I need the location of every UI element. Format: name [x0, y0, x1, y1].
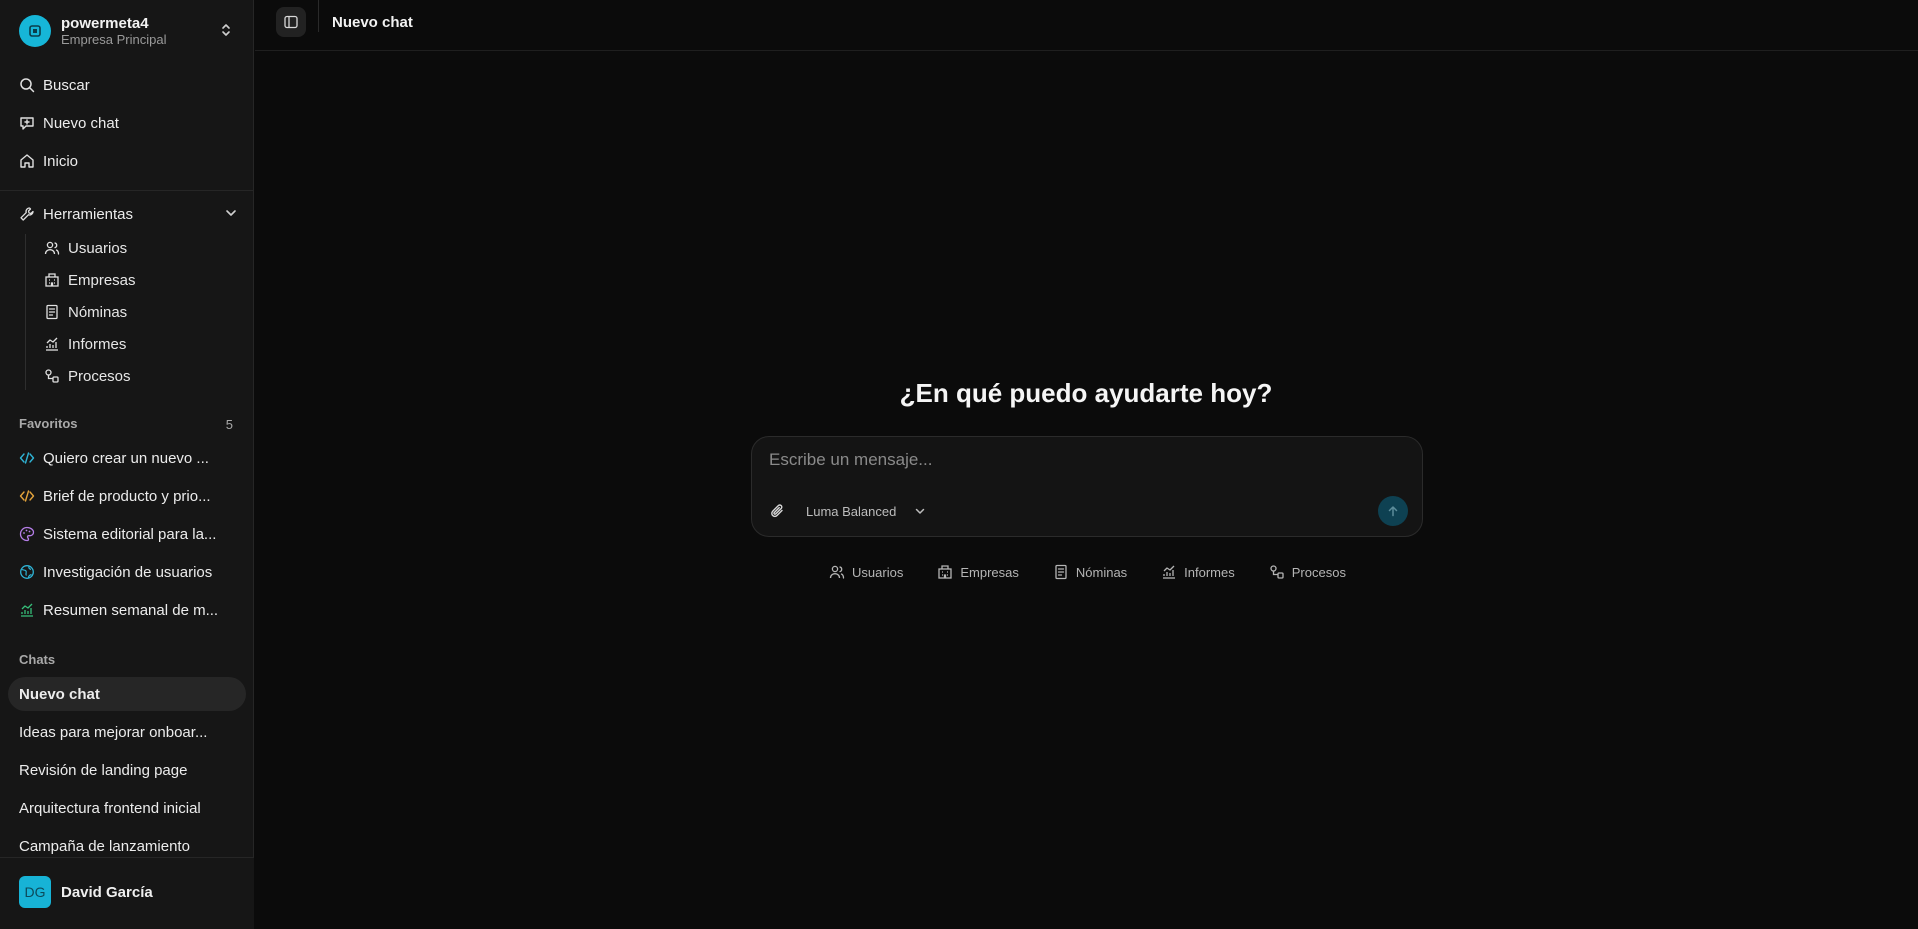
user-menu-button[interactable]: DG David García	[8, 869, 246, 915]
model-label: Luma Balanced	[806, 503, 897, 519]
chat-item[interactable]: Revisión de landing page	[8, 753, 246, 787]
document-icon	[44, 304, 60, 320]
user-footer: DG David García	[0, 857, 254, 929]
favorite-item[interactable]: Sistema editorial para la...	[8, 517, 246, 551]
greeting-heading: ¿En qué puedo ayudarte hoy?	[899, 378, 1273, 408]
message-input[interactable]	[769, 448, 1389, 488]
tools-item-reports[interactable]: Informes	[36, 329, 242, 359]
tools-item-companies[interactable]: Empresas	[36, 265, 242, 295]
nav-label: Inicio	[43, 152, 79, 170]
quick-action-companies[interactable]: Empresas	[937, 562, 1019, 582]
code-icon	[19, 488, 35, 504]
chevron-up-down-icon	[220, 22, 232, 42]
home-icon	[19, 153, 35, 169]
chart-icon	[1161, 564, 1177, 580]
nav-new-chat[interactable]: Nuevo chat	[8, 106, 246, 140]
quick-action-processes[interactable]: Procesos	[1269, 562, 1346, 582]
favorite-label: Sistema editorial para la...	[43, 525, 217, 543]
model-selector[interactable]: Luma Balanced	[798, 499, 934, 523]
favorite-item[interactable]: Quiero crear un nuevo ...	[8, 441, 246, 475]
arrow-up-icon	[1386, 504, 1400, 518]
quick-action-label: Empresas	[960, 564, 1019, 580]
tools-item-label: Procesos	[68, 367, 131, 385]
message-composer: Luma Balanced	[751, 436, 1423, 537]
nav-search[interactable]: Buscar	[8, 68, 246, 102]
paperclip-icon	[769, 503, 785, 519]
header-divider	[318, 0, 319, 32]
search-icon	[19, 77, 35, 93]
top-bar: Nuevo chat	[255, 0, 1918, 51]
quick-action-users[interactable]: Usuarios	[829, 562, 903, 582]
building-icon	[937, 564, 953, 580]
nav-label: Buscar	[43, 76, 90, 94]
user-name: David García	[61, 883, 153, 901]
tools-item-label: Informes	[68, 335, 127, 353]
new-chat-icon	[19, 115, 35, 131]
tools-guide-line	[25, 234, 26, 390]
code-icon	[19, 450, 35, 466]
sidebar-panel-icon	[283, 14, 299, 30]
tools-item-label: Empresas	[68, 271, 136, 289]
chat-item[interactable]: Nuevo chat	[8, 677, 246, 711]
users-icon	[44, 240, 60, 256]
palette-icon	[19, 526, 35, 542]
quick-action-reports[interactable]: Informes	[1161, 562, 1235, 582]
document-icon	[1053, 564, 1069, 580]
favorites-heading: Favoritos	[19, 416, 78, 431]
tools-item-users[interactable]: Usuarios	[36, 233, 242, 263]
chat-label: Ideas para mejorar onboar...	[19, 723, 208, 741]
quick-action-label: Nóminas	[1075, 564, 1128, 580]
workflow-icon	[1269, 564, 1285, 580]
building-icon	[44, 272, 60, 288]
workspace-subtitle: Empresa Principal	[61, 31, 167, 47]
wrench-icon	[19, 206, 35, 222]
favorite-label: Quiero crear un nuevo ...	[43, 449, 209, 467]
chevron-down-icon	[914, 505, 926, 517]
chat-item[interactable]: Arquitectura frontend inicial	[8, 791, 246, 825]
sidebar: powermeta4 Empresa Principal Buscar Nuev…	[0, 0, 254, 929]
nav-home[interactable]: Inicio	[8, 144, 246, 178]
favorite-item[interactable]: Resumen semanal de m...	[8, 593, 246, 627]
tools-section-toggle[interactable]: Herramientas	[8, 197, 246, 231]
favorites-count: 5	[225, 417, 233, 432]
favorite-item[interactable]: Brief de producto y prio...	[8, 479, 246, 513]
nav-label: Nuevo chat	[43, 114, 119, 132]
favorite-label: Investigación de usuarios	[43, 563, 213, 581]
chat-item[interactable]: Ideas para mejorar onboar...	[8, 715, 246, 749]
avatar: DG	[19, 876, 51, 908]
chart-icon	[44, 336, 60, 352]
workflow-icon	[44, 368, 60, 384]
tools-label: Herramientas	[43, 205, 134, 223]
workspace-name: powermeta4	[61, 14, 149, 32]
favorite-label: Resumen semanal de m...	[43, 601, 219, 619]
tools-item-label: Nóminas	[68, 303, 128, 321]
quick-action-label: Procesos	[1291, 564, 1346, 580]
workspace-logo	[19, 15, 51, 47]
attach-button[interactable]	[766, 500, 788, 522]
quick-action-label: Informes	[1184, 564, 1235, 580]
chart-icon	[19, 602, 35, 618]
users-icon	[829, 564, 845, 580]
send-button[interactable]	[1378, 496, 1408, 526]
chat-label: Arquitectura frontend inicial	[19, 799, 201, 817]
tools-item-payroll[interactable]: Nóminas	[36, 297, 242, 327]
chats-heading: Chats	[19, 652, 56, 667]
favorite-item[interactable]: Investigación de usuarios	[8, 555, 246, 589]
tools-item-processes[interactable]: Procesos	[36, 361, 242, 391]
page-title: Nuevo chat	[332, 14, 413, 31]
chat-label: Revisión de landing page	[19, 761, 188, 779]
sidebar-toggle-button[interactable]	[276, 7, 306, 37]
favorite-label: Brief de producto y prio...	[43, 487, 211, 505]
quick-action-label: Usuarios	[852, 564, 904, 580]
globe-icon	[19, 564, 35, 580]
quick-actions: Usuarios Empresas Nóminas Informes Proce…	[820, 562, 1355, 582]
sidebar-divider	[0, 190, 254, 191]
workspace-switcher[interactable]: powermeta4 Empresa Principal	[8, 8, 246, 54]
chat-label: Campaña de lanzamiento	[19, 837, 190, 855]
tools-item-label: Usuarios	[68, 239, 128, 257]
quick-action-payroll[interactable]: Nóminas	[1053, 562, 1127, 582]
chat-label: Nuevo chat	[19, 685, 100, 703]
chevron-down-icon	[224, 206, 238, 224]
